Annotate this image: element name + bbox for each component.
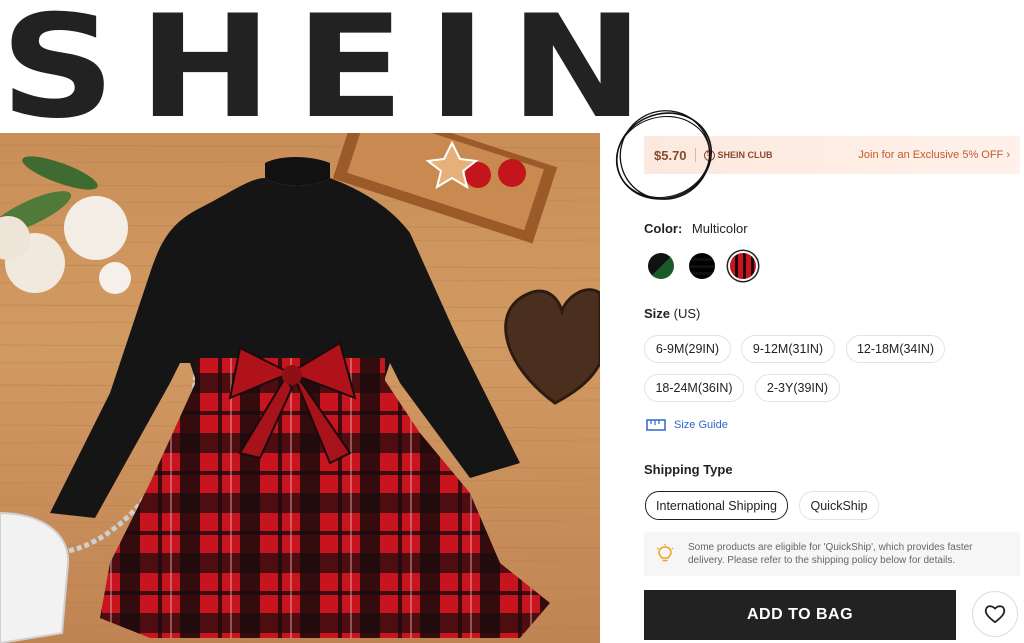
shein-club-banner[interactable]: $5.70 S SHEIN CLUB Join for an Exclusive… [644,136,1020,174]
shipping-option-international[interactable]: International Shipping [645,491,788,520]
lightbulb-icon [656,544,674,562]
color-label: Color: [644,221,683,236]
quickship-notice-text: Some products are eligible for 'QuickShi… [688,542,973,566]
size-option-12-18m[interactable]: 12-18M(34IN) [846,335,945,363]
heart-icon [984,605,1006,624]
product-image [0,133,600,643]
color-value: Multicolor [691,221,748,236]
club-join-link[interactable]: Join for an Exclusive 5% OFF › [858,149,1010,161]
shein-club-logo: S SHEIN CLUB [703,149,773,161]
size-option-18-24m[interactable]: 18-24M(36IN) [644,374,744,402]
club-name: SHEIN CLUB [717,150,773,160]
shipping-type-label: Shipping Type [644,462,733,477]
color-swatch-green-black[interactable] [648,253,674,279]
size-label: Size [644,306,671,321]
wishlist-button[interactable] [972,591,1018,637]
size-row-label: Size (US) [644,306,700,321]
divider [694,148,696,162]
size-guide-link[interactable]: Size Guide [646,419,728,431]
white-bag [0,511,70,643]
club-badge-icon: S [703,149,715,161]
color-swatch-black-white-plaid[interactable] [689,253,715,279]
club-price: $5.70 [654,147,687,163]
quickship-notice: Some products are eligible for 'QuickShi… [644,532,1020,576]
size-unit: (US) [673,306,701,321]
brand-logo: SHEIN [0,0,667,150]
size-guide-label: Size Guide [674,419,728,431]
color-row-label: Color: Multicolor [644,221,748,236]
color-swatch-red-black-plaid[interactable] [730,253,756,279]
add-to-bag-button[interactable]: ADD TO BAG [644,590,956,640]
ruler-icon [646,419,666,431]
size-option-6-9m[interactable]: 6-9M(29IN) [644,335,731,363]
product-photo-illustration [0,133,600,643]
size-option-9-12m[interactable]: 9-12M(31IN) [741,335,835,363]
shipping-option-quickship[interactable]: QuickShip [799,491,879,520]
size-option-2-3y[interactable]: 2-3Y(39IN) [755,374,840,402]
